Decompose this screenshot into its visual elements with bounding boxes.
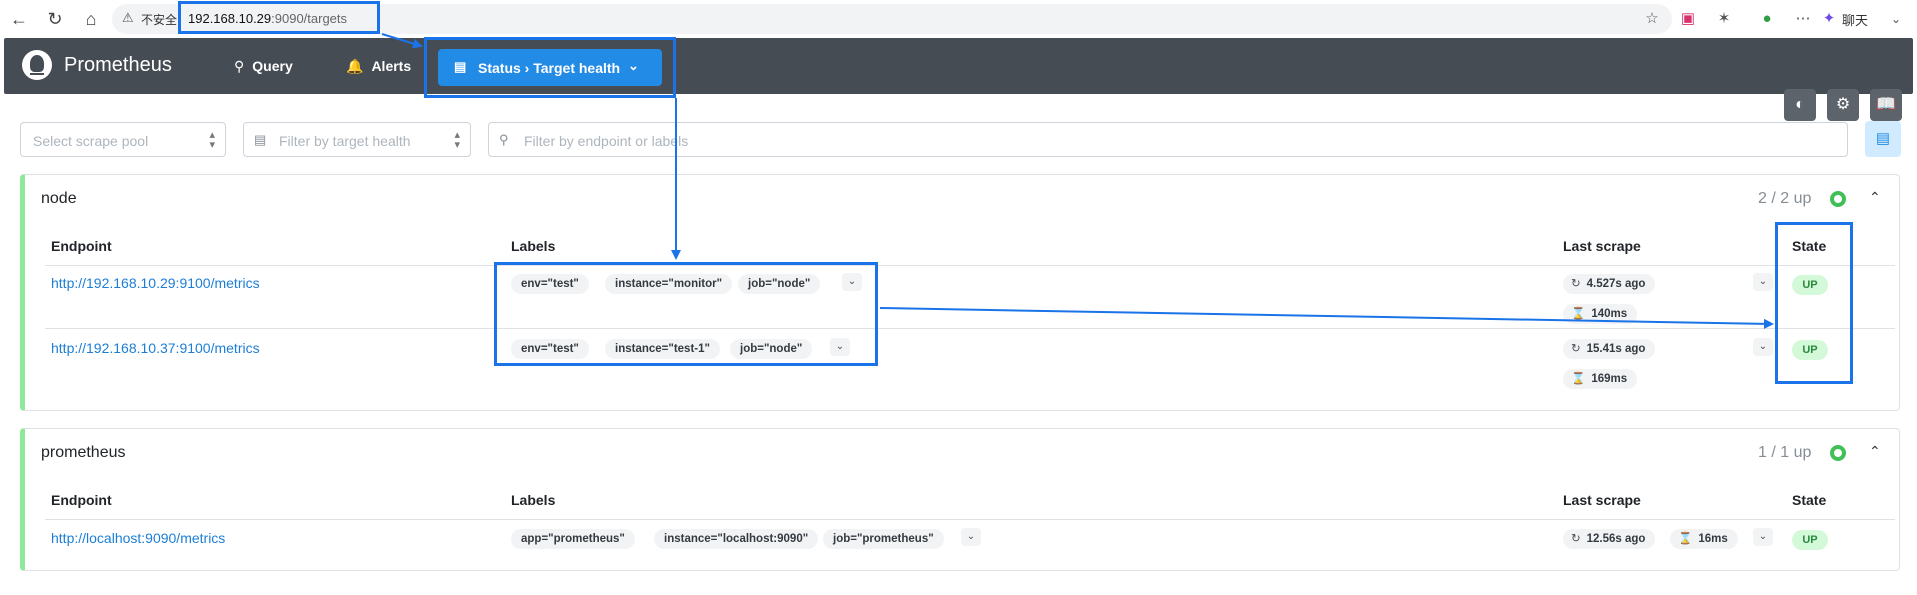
pool-up-count: 2 / 2 up (1758, 190, 1812, 207)
last-scrape-badge: ↻ 12.56s ago (1563, 529, 1656, 549)
column-header-labels[interactable]: Labels (511, 238, 555, 254)
scrape-details-button[interactable]: ⌄ (1753, 338, 1773, 356)
endpoint-label-search[interactable]: ⚲ Filter by endpoint or labels (488, 122, 1848, 157)
collapse-icon: ▤ (1875, 130, 1891, 147)
docs-button[interactable]: 📖 (1870, 89, 1902, 121)
pool-up-count: 1 / 1 up (1758, 444, 1812, 461)
health-dot-icon (1830, 191, 1846, 207)
annotation-highlight-status (424, 37, 676, 98)
scrape-duration-badge: ⌛ 140ms (1563, 304, 1638, 324)
settings-button[interactable]: ⚙ (1827, 89, 1859, 121)
pool-name: prometheus (41, 444, 126, 461)
pool-name: node (41, 190, 77, 207)
state-badge: UP (1792, 530, 1828, 550)
endpoint-link[interactable]: http://localhost:9090/metrics (51, 530, 225, 546)
hourglass-icon: ⌛ (1571, 308, 1586, 320)
chevron-up-icon[interactable]: ⌃ (1869, 189, 1881, 206)
gear-icon: ⚙ (1835, 96, 1851, 113)
query-nav-link[interactable]: ⚲ Query (234, 58, 293, 75)
column-header-endpoint[interactable]: Endpoint (51, 238, 112, 254)
prometheus-logo-icon[interactable] (22, 50, 52, 80)
chevron-down-icon[interactable]: ⌄ (1885, 9, 1907, 29)
annotation-highlight-state (1775, 222, 1853, 384)
contrast-icon: ◐ (1795, 96, 1805, 113)
health-dot-icon (1830, 445, 1846, 461)
last-scrape-badge: ↻ 4.527s ago (1563, 274, 1656, 294)
chat-button[interactable]: 聊天 (1842, 10, 1868, 29)
scrape-details-button[interactable]: ⌄ (1753, 528, 1773, 546)
column-header-last-scrape[interactable]: Last scrape (1563, 492, 1641, 508)
refresh-icon: ↻ (1571, 278, 1581, 290)
app-navbar: Prometheus ⚲ Query 🔔 Alerts ◐ ⚙ 📖 (4, 38, 1913, 121)
column-header-labels[interactable]: Labels (511, 492, 555, 508)
scrape-pool-prometheus: prometheus 1 / 1 up ⌃ Endpoint Labels La… (20, 428, 1900, 571)
hourglass-icon: ⌛ (1678, 533, 1693, 545)
refresh-icon: ↻ (1571, 343, 1581, 355)
column-header-last-scrape[interactable]: Last scrape (1563, 238, 1641, 254)
profile-icon[interactable]: ● (1756, 9, 1778, 29)
brand-title[interactable]: Prometheus (64, 54, 172, 77)
theme-toggle-button[interactable]: ◐ (1784, 89, 1816, 121)
scrape-pool-node: node 2 / 2 up ⌃ Endpoint Labels Last scr… (20, 174, 1900, 411)
scrape-pool-select[interactable]: Select scrape pool ▴ ▾ (20, 122, 226, 157)
annotation-highlight-url (178, 1, 380, 34)
bell-icon: 🔔 (346, 58, 364, 74)
label-badge: app="prometheus" (511, 529, 635, 549)
security-label: 不安全 (141, 13, 178, 27)
select-arrows-icon: ▴ ▾ (209, 129, 215, 151)
scrape-duration-badge: ⌛ 16ms (1670, 529, 1738, 549)
annotation-highlight-labels (494, 262, 878, 366)
alerts-nav-link[interactable]: 🔔 Alerts (346, 58, 411, 75)
expand-labels-button[interactable]: ⌄ (961, 528, 981, 546)
target-health-select[interactable]: ▤ Filter by target health ▴ ▾ (243, 122, 471, 157)
column-header-endpoint[interactable]: Endpoint (51, 492, 112, 508)
endpoint-link[interactable]: http://192.168.10.37:9100/metrics (51, 340, 260, 356)
divider (45, 265, 1895, 266)
search-icon: ⚲ (234, 58, 245, 74)
divider (45, 328, 1895, 329)
star-icon[interactable]: ☆ (1641, 9, 1663, 29)
hourglass-icon: ⌛ (1571, 373, 1586, 385)
label-badge: instance="localhost:9090" (654, 529, 819, 549)
endpoint-link[interactable]: http://192.168.10.29:9100/metrics (51, 275, 260, 291)
translate-icon[interactable]: ▣ (1677, 9, 1699, 29)
select-arrows-icon: ▴ ▾ (454, 129, 460, 151)
book-icon: 📖 (1876, 96, 1896, 113)
divider (45, 519, 1895, 520)
home-icon[interactable]: ⌂ (80, 8, 102, 30)
collapse-all-button[interactable]: ▤ (1865, 121, 1901, 157)
chevron-up-icon[interactable]: ⌃ (1869, 443, 1881, 460)
label-badge: job="prometheus" (823, 529, 944, 549)
search-icon: ⚲ (499, 132, 509, 147)
refresh-icon: ↻ (1571, 533, 1581, 545)
monitor-icon: ▤ (254, 132, 267, 147)
column-header-state[interactable]: State (1792, 492, 1826, 508)
reload-icon[interactable]: ↻ (44, 8, 66, 30)
copilot-icon[interactable]: ✦ (1822, 9, 1836, 29)
scrape-duration-badge: ⌛ 169ms (1563, 369, 1638, 389)
extensions-icon[interactable]: ✶ (1713, 9, 1735, 29)
warning-icon: ⚠ (122, 10, 134, 25)
scrape-details-button[interactable]: ⌄ (1753, 273, 1773, 291)
more-icon[interactable]: ⋯ (1792, 9, 1814, 29)
back-arrow-icon[interactable]: ← (8, 8, 30, 30)
last-scrape-badge: ↻ 15.41s ago (1563, 339, 1656, 359)
